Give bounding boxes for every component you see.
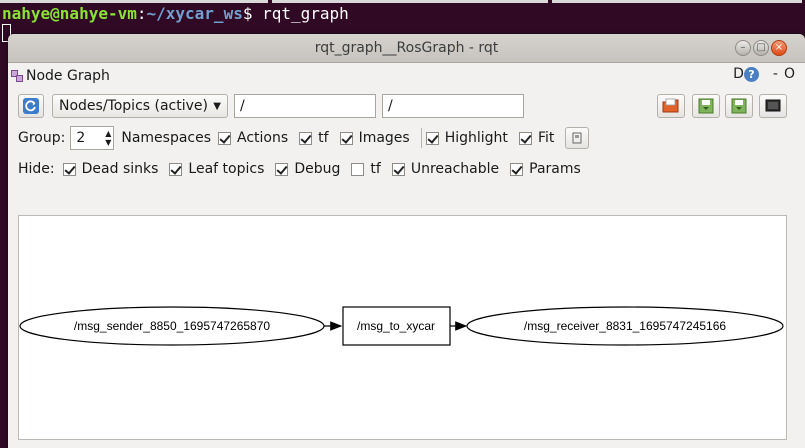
debug-option[interactable]: Debug: [275, 161, 340, 177]
tf-hide-label: tf: [370, 161, 381, 177]
highlight-checkbox[interactable]: [425, 131, 439, 145]
params-option[interactable]: Params: [510, 161, 581, 177]
refresh-icon: [23, 98, 39, 114]
save-image-button[interactable]: [759, 94, 787, 118]
fit-in-view-icon: [572, 132, 582, 144]
node-filter-input[interactable]: /: [234, 94, 376, 118]
node-graph-icon: [11, 70, 23, 82]
sender-node-label: /msg_sender_8850_1695747265870: [74, 319, 270, 333]
terminal-prompt-suffix: $: [242, 4, 263, 23]
terminal-user-host: nahye@nahye-vm: [2, 4, 137, 23]
group-label: Group:: [18, 130, 66, 146]
save-as-svg-icon: [731, 98, 747, 114]
namespaces-option[interactable]: Namespaces Actions: [121, 130, 288, 146]
toolbar-row: Nodes/Topics (active) ▼ / /: [8, 93, 805, 119]
window-content: Node Graph D ? - O Nodes/Topics (active)…: [8, 63, 805, 448]
refresh-button[interactable]: [18, 94, 44, 118]
folder-open-icon: [662, 98, 679, 113]
toolbar-separator: [420, 128, 422, 148]
topic-filter-input[interactable]: /: [382, 94, 524, 118]
leaf-topics-option[interactable]: Leaf topics: [169, 161, 264, 177]
window-titlebar[interactable]: rqt_graph__RosGraph - rqt – □ ×: [8, 34, 805, 63]
group-value: 2: [76, 130, 86, 146]
tf-group-checkbox[interactable]: [299, 131, 313, 145]
tf-hide-checkbox[interactable]: [351, 162, 365, 176]
graph-canvas[interactable]: /msg_sender_8850_1695747265870 /msg_to_x…: [18, 215, 787, 440]
params-label: Params: [529, 161, 581, 177]
leaf-topics-checkbox[interactable]: [169, 162, 183, 176]
highlight-option[interactable]: Highlight: [425, 130, 508, 146]
hide-label: Hide:: [18, 161, 55, 177]
params-checkbox[interactable]: [510, 162, 524, 176]
images-label: Images: [358, 130, 410, 146]
rqt-window: rqt_graph__RosGraph - rqt – □ × Node Gra…: [8, 34, 805, 448]
hide-options-row: Hide: Dead sinks Leaf topics Debug tf Un…: [8, 156, 805, 182]
dock-close-button[interactable]: O: [784, 66, 795, 82]
unreachable-label: Unreachable: [410, 161, 500, 177]
save-dot-button[interactable]: [692, 94, 720, 118]
terminal-tab[interactable]: [552, 0, 802, 3]
group-options-row: Group: 2 ▲ ▼ Namespaces Actions tf Images …: [8, 125, 805, 151]
maximize-button[interactable]: □: [753, 40, 769, 56]
debug-label: Debug: [294, 161, 341, 177]
namespaces-label: Namespaces: [121, 130, 212, 146]
terminal-command: rqt_graph: [262, 4, 349, 23]
dock-d-button[interactable]: D: [733, 66, 744, 82]
ros-graph: /msg_sender_8850_1695747265870 /msg_to_x…: [19, 306, 784, 346]
fit-label: Fit: [537, 130, 555, 146]
debug-checkbox[interactable]: [275, 162, 289, 176]
plugin-controls: D ? - O: [733, 66, 795, 82]
fit-option[interactable]: Fit: [518, 130, 555, 146]
group-spinbox[interactable]: 2 ▲ ▼: [70, 126, 115, 150]
terminal-prompt-line: nahye@nahye-vm:~/xycar_ws$ rqt_graph: [2, 4, 349, 23]
help-icon[interactable]: ?: [743, 66, 759, 82]
graph-mode-select[interactable]: Nodes/Topics (active) ▼: [52, 94, 228, 118]
save-as-dot-icon: [698, 98, 714, 114]
dead-sinks-label: Dead sinks: [81, 161, 159, 177]
highlight-label: Highlight: [444, 130, 508, 146]
minimize-button[interactable]: –: [735, 40, 751, 56]
spin-arrows-icon[interactable]: ▲ ▼: [105, 129, 111, 147]
actions-checkbox[interactable]: [218, 131, 232, 145]
dead-sinks-option[interactable]: Dead sinks: [62, 161, 159, 177]
plugin-title-bar: Node Graph: [11, 66, 110, 86]
images-option[interactable]: Images: [339, 130, 410, 146]
images-checkbox[interactable]: [339, 131, 353, 145]
actions-label: Actions: [237, 130, 289, 146]
dock-minimize-button[interactable]: -: [773, 66, 778, 82]
window-title: rqt_graph__RosGraph - rqt: [314, 40, 499, 56]
graph-mode-value: Nodes/Topics (active): [59, 98, 208, 114]
plugin-title: Node Graph: [26, 68, 110, 84]
unreachable-checkbox[interactable]: [391, 162, 405, 176]
fit-view-button[interactable]: [565, 127, 590, 149]
chevron-down-icon: ▼: [213, 100, 221, 112]
dead-sinks-checkbox[interactable]: [62, 162, 76, 176]
tf-hide-option[interactable]: tf: [351, 161, 381, 177]
terminal-path: ~/xycar_ws: [146, 4, 243, 23]
leaf-topics-label: Leaf topics: [188, 161, 265, 177]
save-svg-button[interactable]: [725, 94, 753, 118]
fit-checkbox[interactable]: [518, 131, 532, 145]
tf-group-label: tf: [318, 130, 329, 146]
screenshot-icon: [765, 99, 781, 112]
close-button[interactable]: ×: [771, 40, 787, 56]
receiver-node-label: /msg_receiver_8831_1695747245166: [524, 319, 726, 333]
load-dot-button[interactable]: [657, 94, 685, 118]
tf-option[interactable]: tf: [299, 130, 329, 146]
unreachable-option[interactable]: Unreachable: [391, 161, 500, 177]
topic-node-label: /msg_to_xycar: [357, 319, 435, 333]
